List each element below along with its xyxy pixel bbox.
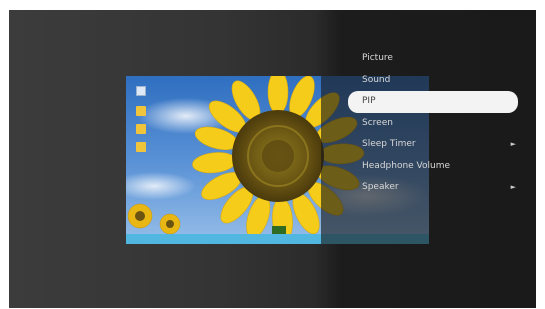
document-icon[interactable] xyxy=(136,86,146,96)
tv-screen: Picture Sound PIP Screen Sleep Timer ► H… xyxy=(9,10,536,308)
menu-item-label: Screen xyxy=(362,117,393,128)
submenu-arrow-icon: ► xyxy=(510,140,516,148)
menu-item-sound[interactable]: Sound xyxy=(348,70,518,92)
menu-item-headphone-volume[interactable]: Headphone Volume xyxy=(348,156,518,178)
menu-item-label: Sleep Timer xyxy=(362,139,416,149)
menu-item-speaker[interactable]: Speaker ► xyxy=(348,177,518,199)
settings-menu: Picture Sound PIP Screen Sleep Timer ► H… xyxy=(348,48,518,199)
menu-item-label: Headphone Volume xyxy=(362,160,451,171)
folder-icon[interactable] xyxy=(136,142,146,152)
menu-item-label: PIP xyxy=(362,96,376,106)
submenu-arrow-icon: ► xyxy=(510,183,516,191)
menu-item-pip[interactable]: PIP xyxy=(348,91,518,113)
menu-item-picture[interactable]: Picture xyxy=(348,48,518,70)
folder-icon[interactable] xyxy=(136,124,146,134)
menu-item-sleep-timer[interactable]: Sleep Timer ► xyxy=(348,134,518,156)
menu-item-label: Sound xyxy=(362,74,391,85)
menu-item-label: Speaker xyxy=(362,182,399,192)
menu-item-screen[interactable]: Screen xyxy=(348,113,518,135)
menu-item-label: Picture xyxy=(362,53,393,63)
folder-icon[interactable] xyxy=(136,106,146,116)
